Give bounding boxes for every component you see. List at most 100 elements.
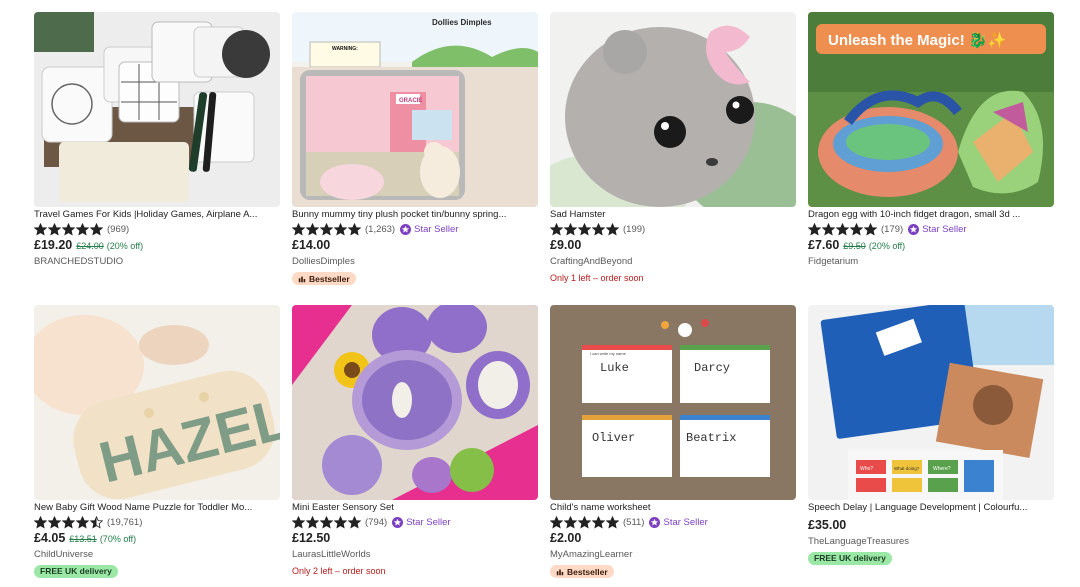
listing-title[interactable]: Mini Easter Sensory Set [292, 502, 538, 514]
rating-row: (199) [550, 222, 796, 236]
image-name-1: Luke [600, 361, 629, 375]
listing-image[interactable]: HAZEL [34, 305, 280, 500]
listing-title[interactable]: Sad Hamster [550, 209, 796, 221]
shop-name[interactable]: CraftingAndBeyond [550, 256, 796, 268]
rating-row: (1,263) Star Seller [292, 222, 538, 236]
price: £9.00 [550, 238, 582, 252]
discount-label: (70% off) [99, 534, 137, 544]
star-icon [292, 515, 305, 529]
listing-card[interactable]: Sad Hamster (199) £9.00 CraftingAndBeyon… [550, 12, 796, 283]
image-warning-text: WARNING: [332, 46, 358, 52]
listing-card[interactable]: Who? What doing? Where? Speech Delay | L… [808, 305, 1054, 566]
star-icon [76, 515, 89, 529]
discount-label: (20% off) [106, 241, 144, 251]
star-seller-label: Star Seller [414, 223, 459, 235]
listing-image[interactable] [550, 12, 796, 207]
image-name-2: Darcy [694, 361, 730, 375]
star-rating [550, 222, 620, 236]
bestseller-icon [556, 569, 564, 575]
star-icon [34, 222, 47, 236]
listing-image[interactable]: I can write my name Luke Darcy Oliver Be… [550, 305, 796, 500]
shop-name[interactable]: ChildUniverse [34, 549, 280, 561]
listing-title[interactable]: Bunny mummy tiny plush pocket tin/bunny … [292, 209, 538, 221]
star-seller-badge-icon [392, 516, 404, 528]
listing-title[interactable]: Child's name worksheet [550, 502, 796, 514]
review-count: (199) [623, 223, 646, 235]
star-icon [90, 515, 103, 529]
star-icon [864, 222, 877, 236]
star-icon [334, 515, 347, 529]
star-seller-badge: Star Seller [392, 516, 451, 528]
listing-image[interactable]: Unleash the Magic! 🐉✨ [808, 12, 1054, 207]
listing-title[interactable]: Travel Games For Kids |Holiday Games, Ai… [34, 209, 280, 221]
star-rating [550, 515, 620, 529]
price: £7.60 [808, 238, 840, 252]
rating-row: (179) Star Seller [808, 222, 1054, 236]
review-count: (794) [365, 516, 388, 528]
review-count: (511) [623, 516, 645, 528]
star-icon [578, 515, 591, 529]
shop-name[interactable]: LaurasLittleWorlds [292, 549, 538, 561]
review-count: (969) [107, 223, 130, 235]
image-card-who: Who? [860, 466, 873, 472]
listing-card[interactable]: Dollies Dimples WARNING: GRACIE Bunny mu… [292, 12, 538, 288]
listing-title[interactable]: Dragon egg with 10-inch fidget dragon, s… [808, 209, 1054, 221]
star-icon [550, 515, 563, 529]
free-delivery-badge: FREE UK delivery [808, 552, 892, 565]
star-icon [564, 222, 577, 236]
price-row: £2.00 [550, 531, 796, 547]
shop-name[interactable]: TheLanguageTreasures [808, 536, 1054, 548]
image-banner-text: Unleash the Magic! 🐉✨ [828, 31, 1006, 49]
star-rating [808, 222, 878, 236]
star-rating [292, 515, 362, 529]
listing-card[interactable]: I can write my name Luke Darcy Oliver Be… [550, 305, 796, 581]
listing-card[interactable]: Mini Easter Sensory Set (794) Star Selle… [292, 305, 538, 576]
original-price: £24.00 [76, 241, 104, 251]
rating-row: (19,761) [34, 515, 280, 529]
listing-card[interactable]: Travel Games For Kids |Holiday Games, Ai… [34, 12, 280, 268]
star-seller-label: Star Seller [663, 516, 708, 528]
listing-image[interactable]: Who? What doing? Where? [808, 305, 1054, 500]
star-icon [306, 515, 319, 529]
star-seller-badge-icon [400, 223, 412, 235]
listing-image[interactable]: Dollies Dimples WARNING: GRACIE [292, 12, 538, 207]
listing-image[interactable] [292, 305, 538, 500]
rating-row: (969) [34, 222, 280, 236]
star-icon [292, 222, 305, 236]
listing-card[interactable]: HAZEL New Baby Gift Wood Name Puzzle for… [34, 305, 280, 579]
price: £14.00 [292, 238, 331, 252]
star-icon [808, 222, 821, 236]
bestseller-badge: Bestseller [550, 565, 614, 578]
listing-title[interactable]: New Baby Gift Wood Name Puzzle for Toddl… [34, 502, 280, 514]
star-icon [62, 222, 75, 236]
star-seller-label: Star Seller [406, 516, 451, 528]
star-icon [34, 515, 47, 529]
price: £35.00 [808, 518, 847, 532]
price-row: £7.60 £9.50 (20% off) [808, 238, 1054, 254]
shop-name[interactable]: BRANCHEDSTUDIO [34, 256, 280, 268]
shop-name[interactable]: MyAmazingLearner [550, 549, 796, 561]
listing-image[interactable] [34, 12, 280, 207]
shop-name[interactable]: DolliesDimples [292, 256, 538, 268]
star-seller-badge: Star Seller [400, 223, 459, 235]
star-icon [48, 515, 61, 529]
original-price: £13.51 [69, 534, 97, 544]
image-name-3: Oliver [592, 431, 635, 445]
star-seller-badge-icon [908, 223, 920, 235]
listing-card[interactable]: Unleash the Magic! 🐉✨ Dragon egg with 10… [808, 12, 1054, 268]
star-icon [320, 515, 333, 529]
star-icon [578, 222, 591, 236]
review-count: (19,761) [107, 516, 143, 528]
star-icon [348, 515, 361, 529]
star-icon [48, 222, 61, 236]
star-icon [550, 222, 563, 236]
image-card-what: What doing? [894, 466, 920, 471]
star-icon [62, 515, 75, 529]
price-row: £12.50 [292, 531, 538, 547]
price-row: £14.00 [292, 238, 538, 254]
low-stock-notice: Only 1 left – order soon [550, 273, 644, 283]
star-icon [836, 222, 849, 236]
star-seller-badge-icon [649, 516, 661, 528]
shop-name[interactable]: Fidgetarium [808, 256, 1054, 268]
listing-title[interactable]: Speech Delay | Language Development | Co… [808, 502, 1054, 514]
